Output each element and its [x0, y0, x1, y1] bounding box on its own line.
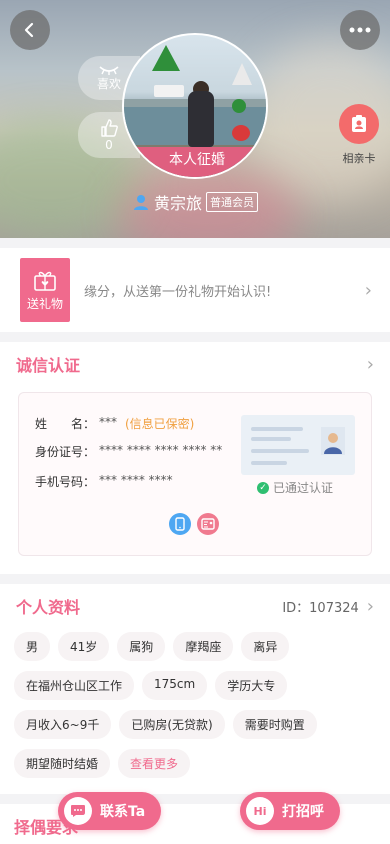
- credit-section: 诚信认证 › 姓 名： *** (信息已保密) 身份证号： **** **** …: [0, 342, 390, 574]
- see-more-tag[interactable]: 查看更多: [118, 749, 191, 778]
- verify-icons: [169, 513, 225, 535]
- name-secret-note: (信息已保密): [125, 417, 195, 431]
- credit-header[interactable]: 诚信认证 ›: [0, 342, 390, 386]
- gift-heart-icon: [34, 271, 56, 291]
- id-photo-icon: [321, 427, 345, 455]
- dating-card-button[interactable]: 相亲卡: [338, 104, 380, 166]
- info-tag: 属狗: [117, 632, 166, 661]
- chevron-right-icon: ›: [366, 595, 374, 617]
- id-label: 身份证号：: [35, 445, 96, 459]
- photo-caption: 本人征婚: [124, 147, 266, 177]
- info-tag: 摩羯座: [173, 632, 234, 661]
- contact-button[interactable]: 联系Ta: [58, 792, 162, 830]
- credit-title: 诚信认证: [16, 356, 81, 375]
- photo-sign: [152, 45, 180, 71]
- user-id: ID：107324: [282, 600, 359, 616]
- gift-row[interactable]: 送礼物 缘分，从送第一份礼物开始认识! ›: [0, 248, 390, 332]
- id-value: **** **** **** **** **: [99, 443, 223, 457]
- info-tag: 月收入6~9千: [14, 710, 112, 739]
- chevron-left-icon: [24, 22, 34, 38]
- contact-label: 联系Ta: [100, 804, 146, 820]
- photo-sign: [232, 125, 250, 141]
- id-card-illustration: [241, 415, 355, 475]
- info-tag: 175cm: [142, 671, 208, 700]
- credit-card: 姓 名： *** (信息已保密) 身份证号： **** **** **** **…: [18, 392, 372, 556]
- name-row: 姓 名： *** (信息已保密): [35, 415, 194, 432]
- personal-header[interactable]: 个人资料 ID：107324 ›: [0, 584, 390, 628]
- gift-prompt: 缘分，从送第一份礼物开始认识!: [84, 284, 272, 300]
- photo-sign: [232, 99, 246, 113]
- name-label: 姓 名：: [35, 417, 96, 431]
- thumb-up-icon: [101, 119, 118, 137]
- chat-bubble-icon: [64, 797, 92, 825]
- info-tag: 需要时购置: [232, 710, 317, 739]
- say-hi-button[interactable]: Hi 打招呼: [240, 792, 340, 830]
- phone-row: 手机号码： *** **** ****: [35, 473, 173, 490]
- gift-tile[interactable]: 送礼物: [20, 258, 70, 322]
- phone-verified-icon: [169, 513, 191, 535]
- profile-name-row: 黄宗旅 普通会员: [0, 190, 390, 214]
- info-tag: 学历大专: [215, 671, 288, 700]
- chevron-right-icon: ›: [366, 353, 374, 375]
- member-badge: 普通会员: [206, 192, 258, 212]
- hi-bubble-icon: Hi: [246, 797, 274, 825]
- thumb-count: 0: [105, 138, 113, 152]
- like-label: 喜欢: [96, 76, 121, 91]
- info-tag: 期望随时结婚: [14, 749, 111, 778]
- personal-info-section: 个人资料 ID：107324 › 男 41岁 属狗 摩羯座 离异 在福州仓山区工…: [0, 584, 390, 794]
- personal-title: 个人资料: [16, 598, 81, 617]
- check-circle-icon: ✓: [257, 481, 269, 494]
- verified-status: ✓ 已通过认证: [257, 479, 333, 496]
- chevron-right-icon: ›: [364, 279, 372, 301]
- profile-hero: 喜欢 0 本人征婚 黄宗旅 普通会员 相亲卡: [0, 0, 390, 238]
- info-tag: 41岁: [58, 632, 110, 661]
- info-tag: 已购房(无贷款): [119, 710, 225, 739]
- gift-tile-label: 送礼物: [26, 296, 63, 311]
- verified-text: 已通过认证: [273, 481, 334, 495]
- id-badge-icon: [352, 115, 366, 132]
- dating-card-icon-bg: [339, 104, 379, 144]
- name-value: ***: [99, 415, 117, 429]
- more-dots-icon: [349, 27, 371, 33]
- info-tag: 在福州仓山区工作: [14, 671, 135, 700]
- info-tag: 男: [14, 632, 51, 661]
- id-row: 身份证号： **** **** **** **** **: [35, 443, 222, 460]
- dating-card-label: 相亲卡: [342, 152, 376, 165]
- phone-value: *** **** ****: [99, 473, 173, 487]
- phone-label: 手机号码：: [35, 475, 96, 489]
- info-tag: 离异: [241, 632, 290, 661]
- say-hi-label: 打招呼: [282, 804, 324, 820]
- eyelash-icon: [99, 65, 119, 75]
- more-button[interactable]: [340, 10, 380, 50]
- photo-sign: [154, 85, 184, 97]
- info-tags: 男 41岁 属狗 摩羯座 离异 在福州仓山区工作 175cm 学历大专 月收入6…: [14, 632, 378, 788]
- photo-person: [188, 91, 214, 147]
- photo-sign: [232, 63, 252, 85]
- profile-name: 黄宗旅: [153, 194, 202, 213]
- person-icon: [133, 195, 148, 210]
- id-verified-icon: [197, 513, 219, 535]
- avatar-photo[interactable]: 本人征婚: [122, 33, 268, 179]
- back-button[interactable]: [10, 10, 50, 50]
